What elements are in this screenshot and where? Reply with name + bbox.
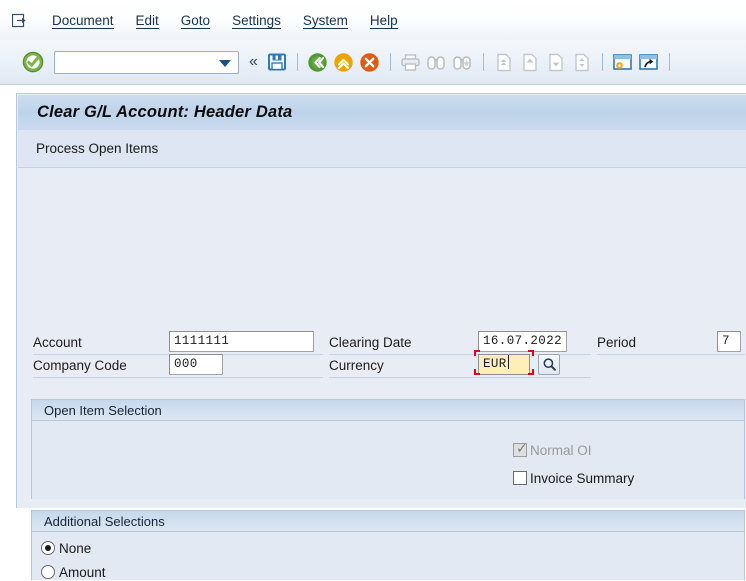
application-toolbar: Process Open Items: [18, 130, 746, 168]
open-item-selection-group: Open Item Selection ✓ Normal OI Invoice …: [31, 399, 745, 499]
menu-item-help-label: Help: [369, 12, 398, 29]
invoice-summary-label: Invoice Summary: [530, 470, 635, 486]
clearing-date-input[interactable]: 16.07.2022: [478, 331, 567, 352]
open-item-selection-header: Open Item Selection: [32, 400, 744, 421]
open-item-selection-title: Open Item Selection: [44, 402, 162, 418]
exit-button[interactable]: [332, 50, 356, 74]
menu-bar: Document Edit Goto Settings System Help: [0, 0, 746, 40]
additional-selections-title: Additional Selections: [44, 513, 165, 529]
text-caret: [507, 355, 509, 369]
toolbar-separator: [296, 53, 298, 71]
document-exit-icon[interactable]: [11, 11, 29, 29]
menu-item-edit-label: Edit: [135, 12, 159, 29]
company-code-label: Company Code: [33, 358, 127, 373]
window-body: Clear G/L Account: Header Data Process O…: [0, 85, 746, 580]
currency-input-value: EUR: [483, 357, 507, 371]
additional-selections-group: Additional Selections None Amount: [31, 510, 745, 580]
save-button[interactable]: [265, 50, 289, 74]
screen-pane: Clear G/L Account: Header Data Process O…: [16, 93, 746, 580]
radio-none[interactable]: None: [41, 539, 91, 557]
chevron-down-icon[interactable]: [219, 59, 231, 67]
menu-item-system-label: System: [302, 12, 348, 29]
period-input[interactable]: 7: [717, 331, 741, 352]
account-label: Account: [33, 335, 82, 350]
currency-input[interactable]: EUR: [478, 354, 530, 375]
magnifier-search-help-icon: [543, 358, 556, 371]
focus-bracket-bottom-right: [528, 369, 534, 375]
menu-item-document[interactable]: Document: [41, 11, 125, 30]
cancel-button[interactable]: [358, 50, 382, 74]
previous-page-button[interactable]: [518, 50, 542, 74]
checkmark-icon: ✓: [516, 441, 528, 457]
normal-oi-label: Normal OI: [530, 442, 592, 458]
toolbar-separator: [601, 53, 603, 71]
double-chevron-left-icon[interactable]: «: [249, 54, 258, 70]
menu-item-settings-label: Settings: [232, 12, 281, 29]
command-input[interactable]: [59, 52, 219, 72]
period-label: Period: [597, 335, 637, 350]
focus-bracket-top-right: [528, 350, 534, 356]
checkbox-invoice-summary[interactable]: Invoice Summary: [513, 469, 634, 487]
field-underline: [329, 377, 591, 378]
menu-item-system[interactable]: System: [292, 11, 359, 30]
radio-selected-dot: [45, 545, 51, 551]
print-button[interactable]: [399, 50, 423, 74]
normal-oi-checkbox: ✓: [513, 441, 528, 457]
screen-title-bar: Clear G/L Account: Header Data: [18, 95, 746, 130]
currency-label: Currency: [329, 358, 384, 373]
open-item-selection-body: ✓ Normal OI Invoice Summary: [32, 421, 744, 499]
back-button[interactable]: [306, 50, 330, 74]
command-field[interactable]: [54, 50, 239, 74]
toolbar-separator: [668, 53, 670, 71]
toolbar-separator: [482, 53, 484, 71]
amount-label: Amount: [59, 564, 106, 580]
focus-bracket-bottom-left: [474, 369, 480, 375]
last-page-button[interactable]: [570, 50, 594, 74]
menu-item-goto[interactable]: Goto: [170, 11, 221, 30]
company-code-input[interactable]: 000: [169, 354, 223, 375]
first-page-button[interactable]: [492, 50, 516, 74]
clearing-date-label: Clearing Date: [329, 335, 412, 350]
find-button[interactable]: [425, 50, 449, 74]
none-radio[interactable]: [41, 541, 55, 555]
process-open-items-button[interactable]: Process Open Items: [36, 141, 158, 156]
additional-selections-header: Additional Selections: [32, 511, 744, 532]
radio-amount[interactable]: Amount: [41, 563, 106, 581]
page-title: Clear G/L Account: Header Data: [37, 103, 293, 121]
find-next-button[interactable]: [451, 50, 475, 74]
field-underline: [33, 377, 323, 378]
menu-item-help[interactable]: Help: [359, 11, 409, 30]
account-input[interactable]: 1111111: [169, 331, 314, 352]
toolbar: «: [0, 40, 746, 85]
field-underline: [597, 354, 745, 355]
menu-item-settings[interactable]: Settings: [221, 11, 292, 30]
focus-bracket-top-left: [474, 350, 480, 356]
menu-item-edit[interactable]: Edit: [125, 11, 170, 30]
create-session-button[interactable]: [611, 50, 635, 74]
none-label: None: [59, 540, 92, 556]
create-shortcut-button[interactable]: [637, 50, 661, 74]
currency-search-help-button[interactable]: [538, 354, 560, 375]
invoice-summary-checkbox[interactable]: [513, 471, 527, 485]
amount-radio[interactable]: [41, 565, 55, 579]
next-page-button[interactable]: [544, 50, 568, 74]
menu-item-goto-label: Goto: [180, 12, 211, 29]
additional-selections-body: None Amount: [32, 532, 744, 580]
enter-ok-button[interactable]: [22, 51, 44, 73]
checkbox-normal-oi[interactable]: ✓ Normal OI: [513, 441, 592, 459]
toolbar-separator: [389, 53, 391, 71]
menu-item-document-label: Document: [52, 12, 114, 29]
